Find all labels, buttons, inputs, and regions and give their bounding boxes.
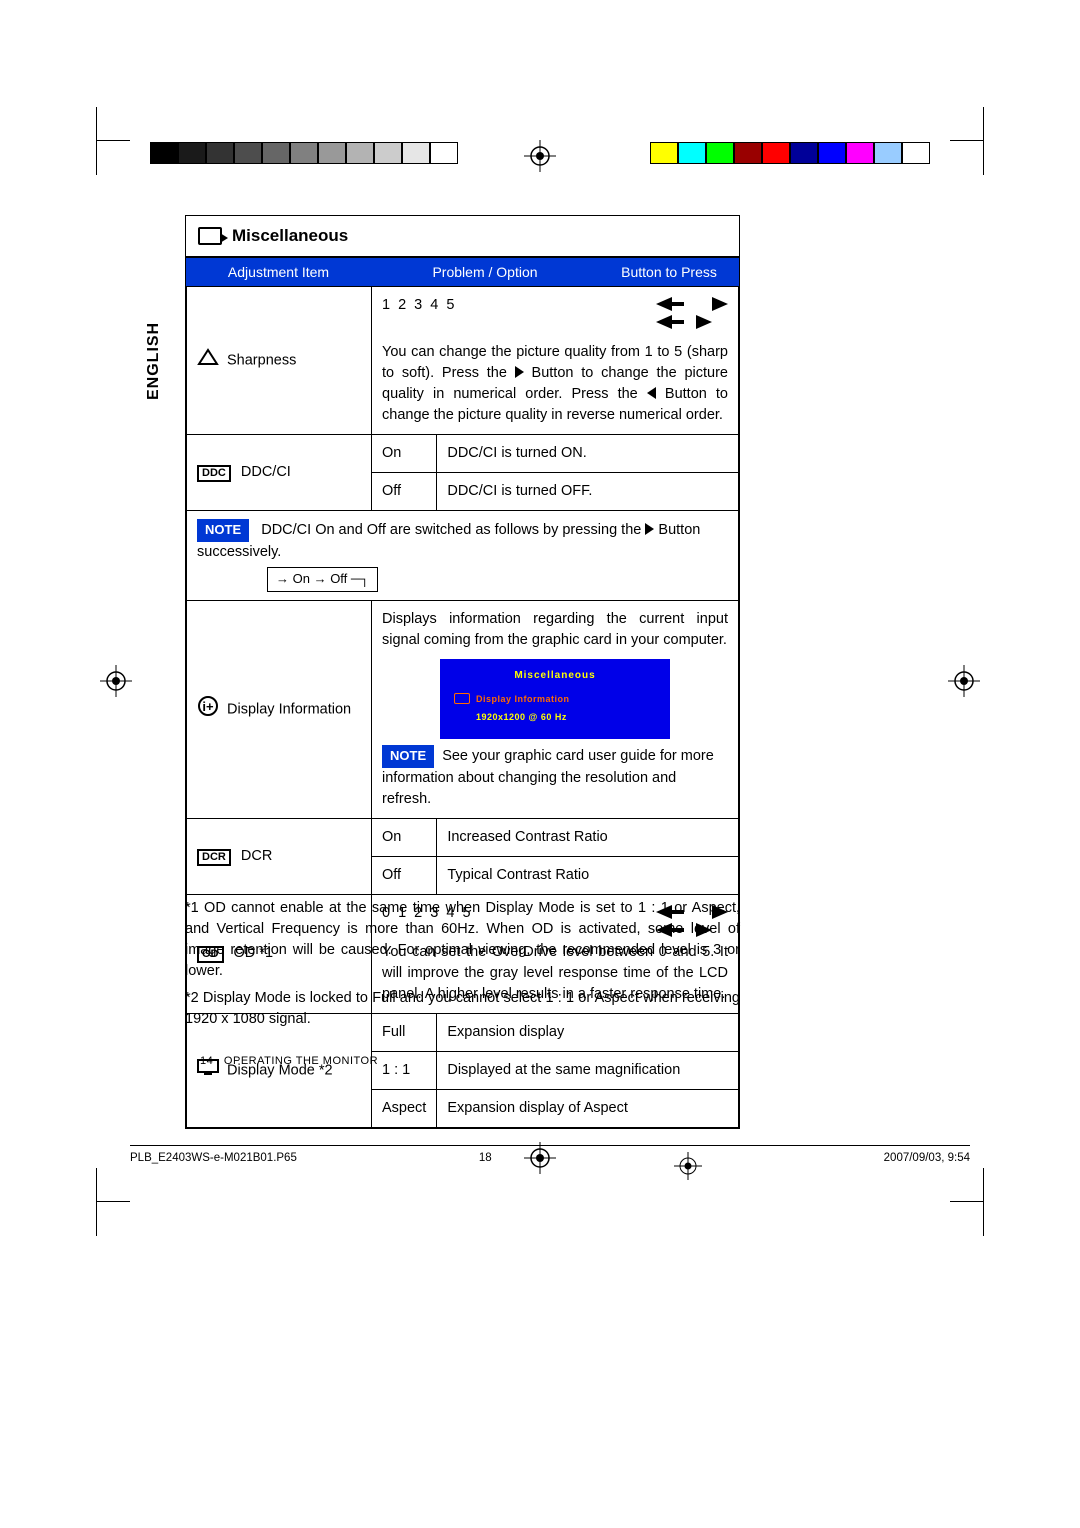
row-dcr-on: DCR DCR On Increased Contrast Ratio (187, 818, 739, 856)
col-problem: Problem / Option (371, 258, 599, 286)
row-ddcci-note: NOTE DDC/CI On and Off are switched as f… (187, 511, 739, 601)
grayscale-bar (150, 142, 458, 164)
crop-mark (96, 140, 130, 174)
col-adjustment: Adjustment Item (186, 258, 371, 286)
section-header: Miscellaneous (186, 216, 739, 257)
svg-text:i+: i+ (202, 699, 214, 714)
page-footer: 14 OPERATING THE MONITOR (200, 1055, 378, 1067)
imprint-line: PLB_E2403WS-e-M021B01.P65 18 2007/09/03,… (130, 1145, 970, 1180)
section-title: Miscellaneous (232, 226, 348, 246)
col-button: Button to Press (599, 258, 739, 286)
registration-mark-icon (674, 1152, 702, 1180)
cycle-diagram: → On → Off ─┐ (267, 567, 378, 592)
ddc-icon: DDC (197, 465, 231, 482)
info-icon (454, 693, 470, 704)
row-sharpness: Sharpness 1 2 3 4 5 You can change the p… (187, 287, 739, 435)
language-tab: ENGLISH (145, 322, 163, 400)
footnotes: *1 OD cannot enable at the same time whe… (185, 898, 740, 1036)
registration-mark-icon (100, 665, 132, 697)
imprint-file: PLB_E2403WS-e-M021B01.P65 (130, 1152, 297, 1180)
item-ddcci: DDC DDC/CI (187, 435, 372, 511)
registration-mark-icon (524, 140, 556, 172)
miscellaneous-icon (198, 227, 222, 245)
item-display-info: i+ Display Information (187, 600, 372, 818)
color-bar (650, 142, 930, 164)
sharpness-icon (197, 348, 219, 373)
registration-mark-icon (948, 665, 980, 697)
triangle-right-icon (515, 366, 524, 378)
note-badge: NOTE (382, 745, 434, 768)
left-right-arrows-icon (656, 295, 728, 331)
dcr-icon: DCR (197, 849, 231, 866)
footnote-1: *1 OD cannot enable at the same time whe… (185, 898, 740, 982)
note-badge: NOTE (197, 519, 249, 542)
row-ddcci-on: DDC DDC/CI On DDC/CI is turned ON. (187, 435, 739, 473)
info-icon: i+ (197, 695, 219, 724)
triangle-left-icon (647, 387, 656, 399)
imprint-page: 18 (479, 1152, 492, 1180)
item-dcr: DCR DCR (187, 818, 372, 894)
footnote-2: *2 Display Mode is locked to Full and yo… (185, 988, 740, 1030)
table-header-row: Adjustment Item Problem / Option Button … (186, 257, 739, 286)
row-display-info: i+ Display Information Displays informat… (187, 600, 739, 818)
item-sharpness: Sharpness (187, 287, 372, 435)
imprint-date: 2007/09/03, 9:54 (884, 1152, 970, 1180)
sharpness-desc: 1 2 3 4 5 You can change the picture qua… (372, 287, 739, 435)
crop-mark (96, 1168, 130, 1202)
osd-preview: Miscellaneous Display Information 1920x1… (440, 659, 670, 739)
crop-mark (950, 140, 984, 174)
